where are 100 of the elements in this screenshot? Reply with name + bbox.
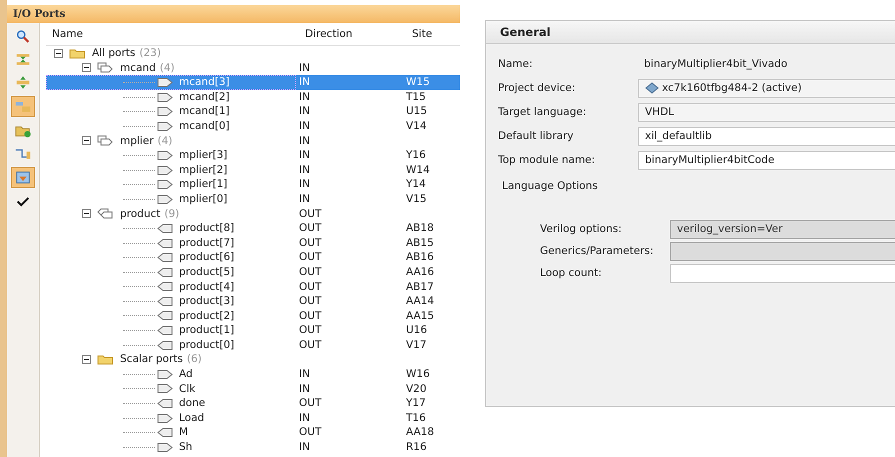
tree-row[interactable]: All ports (23) [46,46,460,61]
input-bus-icon [97,62,115,74]
collapse-toggle-icon[interactable] [82,209,91,218]
tree-row[interactable]: product[6] OUT AB16 [46,250,460,265]
site-cell: AB15 [406,236,434,249]
tree-row[interactable]: M OUT AA18 [46,425,460,440]
section-title: General [486,21,895,44]
tree-row[interactable]: product[3] OUT AA14 [46,294,460,309]
direction-cell: IN [299,134,310,147]
column-header[interactable]: Name [46,28,302,40]
tree-row[interactable]: product[2] OUT AA15 [46,308,460,324]
direction-cell: OUT [299,208,322,220]
direction-cell: IN [299,62,310,74]
option-label: Loop count: [539,267,603,279]
option-label: Generics/Parameters: [539,245,654,257]
port-name: M [179,425,188,440]
tree-row[interactable]: product (9) OUT [46,206,460,222]
tree-row[interactable]: Clk IN V20 [46,382,460,396]
site-cell: AB17 [406,280,434,292]
folder-icon [97,354,115,366]
port-name: product [120,206,160,222]
port-name: done [179,396,206,411]
port-name: product[2] [179,308,234,324]
output-port-icon [156,252,174,264]
tree-row[interactable]: product[8] OUT AB18 [46,221,460,236]
tree-row[interactable]: mcand (4) IN [46,60,460,76]
folder-icon [69,48,87,59]
tree-row[interactable]: product[5] OUT AA16 [46,264,460,280]
tree-row[interactable]: mcand[2] IN T15 [46,90,460,104]
input-port-icon [156,120,174,132]
port-name: mplier[2] [179,162,228,178]
tree-row[interactable]: product[0] OUT V17 [46,338,460,352]
port-name: product[6] [179,250,234,265]
input-field[interactable]: binaryMultiplier4bitCode [638,150,895,170]
tree-row[interactable]: Scalar ports (6) [46,352,460,368]
site-cell: U15 [406,105,428,118]
collapse-toggle-icon[interactable] [82,63,91,72]
direction-cell: OUT [299,338,322,351]
tree-row[interactable]: Load IN T16 [46,410,460,426]
input-field[interactable] [670,264,895,282]
column-header[interactable]: Direction [302,28,409,40]
direction-cell: OUT [299,280,322,292]
port-name: product[7] [179,236,234,250]
input-port-icon [156,412,174,424]
input-port-icon [156,194,174,205]
direction-cell: IN [299,120,310,132]
tree-row[interactable]: done OUT Y17 [46,396,460,411]
input-port-icon [156,106,174,118]
collapse-toggle-icon[interactable] [82,136,91,146]
direction-cell: IN [299,412,310,424]
port-name: Load [179,410,204,426]
output-port-icon [156,266,174,278]
tree-row[interactable]: mplier[3] IN Y16 [46,148,460,163]
direction-cell: OUT [299,251,322,264]
port-name: Sh [179,440,192,455]
tree-row[interactable]: mplier[0] IN V15 [46,192,460,207]
port-name: Ad [179,367,193,382]
site-cell: V17 [406,338,427,351]
output-port-icon [156,398,174,410]
direction-cell: IN [299,192,310,205]
field-label: Target language: [498,106,588,118]
port-count: (6) [186,352,202,368]
direction-cell: IN [299,178,310,190]
direction-cell: IN [299,76,310,88]
language-select[interactable]: VHDL [638,102,895,122]
tree-row[interactable]: Sh IN R16 [46,440,460,455]
output-port-icon [156,325,174,336]
collapse-toggle-icon[interactable] [54,48,63,58]
tree-row[interactable]: mplier[1] IN Y14 [46,177,460,192]
input-port-icon [156,164,174,176]
input-port-icon [156,150,174,161]
direction-cell: IN [299,382,310,395]
collapse-toggle-icon[interactable] [82,355,91,364]
tree-row[interactable]: product[4] OUT AB17 [46,280,460,294]
chip-icon [645,82,659,94]
port-name: All ports [92,46,136,61]
port-name: Scalar ports [120,352,183,368]
site-cell: AA14 [406,295,434,308]
site-cell: W14 [406,164,430,176]
tree-row[interactable]: Ad IN W16 [46,367,460,382]
tree-row[interactable]: mplier[2] IN W14 [46,162,460,178]
tree-row[interactable]: product[7] OUT AB15 [46,236,460,250]
site-cell: AA18 [406,426,434,438]
input-field[interactable]: xil_defaultlib [638,126,895,146]
input-bus-icon [97,135,115,146]
field-label: Top module name: [498,154,596,166]
project-name: binaryMultiplier4bit_Vivado [643,58,788,70]
port-name: mplier [120,134,154,148]
tree-row[interactable]: product[1] OUT U16 [46,323,460,338]
site-cell: V14 [406,120,427,132]
port-count: (23) [139,46,161,61]
output-port-icon [156,222,174,234]
tree-row[interactable]: mcand[1] IN U15 [46,104,460,119]
tree-row[interactable]: mcand[0] IN V14 [46,118,460,134]
device-field[interactable]: xc7k160tfbg484-2 (active) [638,78,895,98]
port-count: (4) [158,134,172,148]
direction-cell: OUT [299,266,322,278]
tree-row[interactable]: mplier (4) IN [46,134,460,148]
column-header[interactable]: Site [409,28,460,40]
direction-cell: IN [299,149,310,162]
